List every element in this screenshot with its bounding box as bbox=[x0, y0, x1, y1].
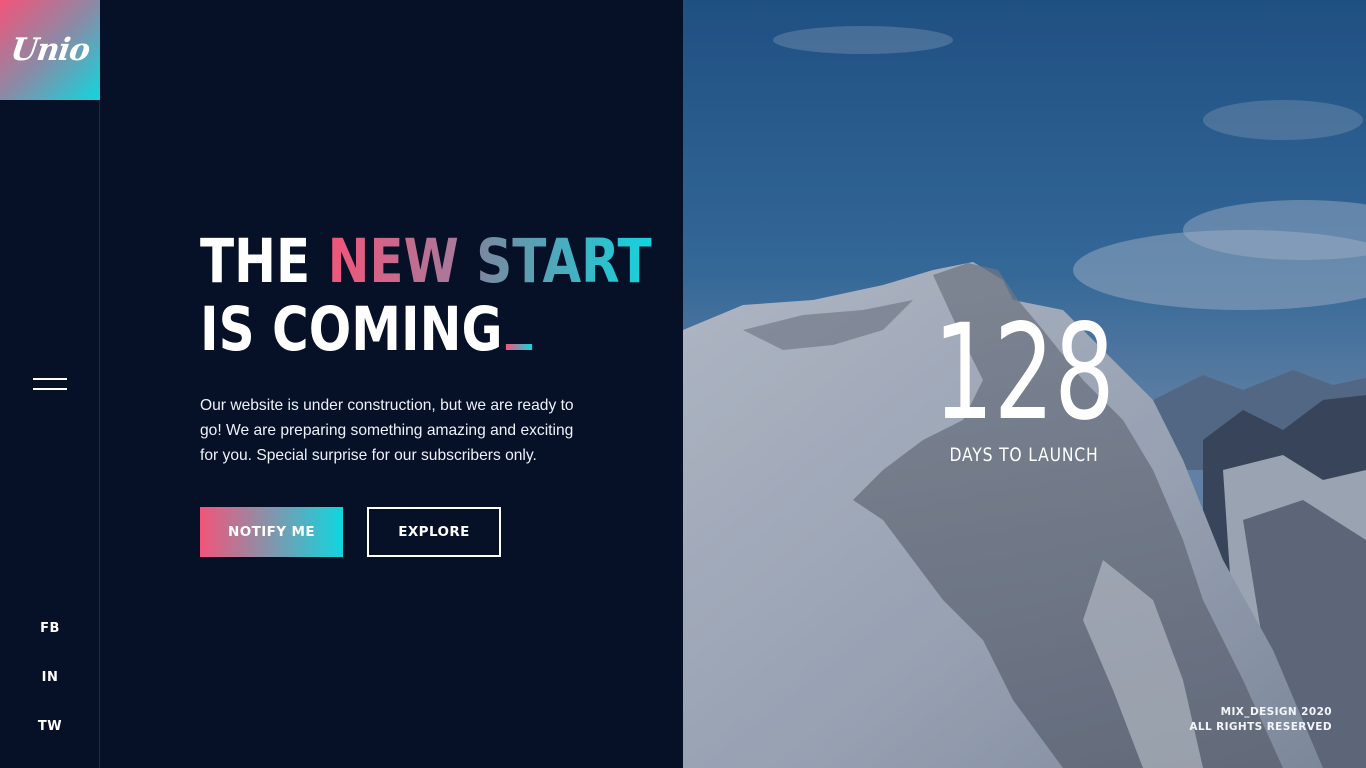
headline-word-start: START bbox=[476, 226, 652, 297]
copyright: MIX_DESIGN 2020 ALL RIGHTS RESERVED bbox=[1189, 705, 1332, 735]
logo-text: Unio bbox=[8, 32, 92, 68]
sidebar: Unio FB IN TW bbox=[0, 0, 100, 768]
description: Our website is under construction, but w… bbox=[200, 397, 574, 464]
page-headline: THE NEW START IS COMING bbox=[200, 228, 652, 364]
copyright-line-2: ALL RIGHTS RESERVED bbox=[1189, 721, 1332, 733]
notify-me-button[interactable]: NOTIFY ME bbox=[200, 507, 343, 557]
social-link-facebook[interactable]: FB bbox=[0, 621, 100, 636]
hero-image-panel: 128 DAYS TO LAUNCH MIX_DESIGN 2020 ALL R… bbox=[683, 0, 1366, 768]
hamburger-menu-icon[interactable] bbox=[33, 377, 67, 393]
copyright-line-1: MIX_DESIGN 2020 bbox=[1220, 706, 1332, 718]
countdown-value: 128 bbox=[933, 296, 1115, 450]
headline-word-the: THE bbox=[200, 226, 328, 297]
headline-line-1: THE NEW START bbox=[200, 228, 652, 296]
headline-line-2-text: IS COMING bbox=[200, 294, 503, 365]
explore-button[interactable]: EXPLORE bbox=[367, 507, 501, 557]
social-link-instagram[interactable]: IN bbox=[0, 670, 100, 685]
headline-line-2: IS COMING bbox=[200, 296, 652, 364]
logo[interactable]: Unio bbox=[0, 0, 100, 100]
cursor-underscore bbox=[505, 344, 533, 350]
social-link-twitter[interactable]: TW bbox=[0, 719, 100, 734]
countdown-label: DAYS TO LAUNCH bbox=[949, 444, 1099, 466]
headline-word-new: NEW bbox=[327, 226, 459, 297]
